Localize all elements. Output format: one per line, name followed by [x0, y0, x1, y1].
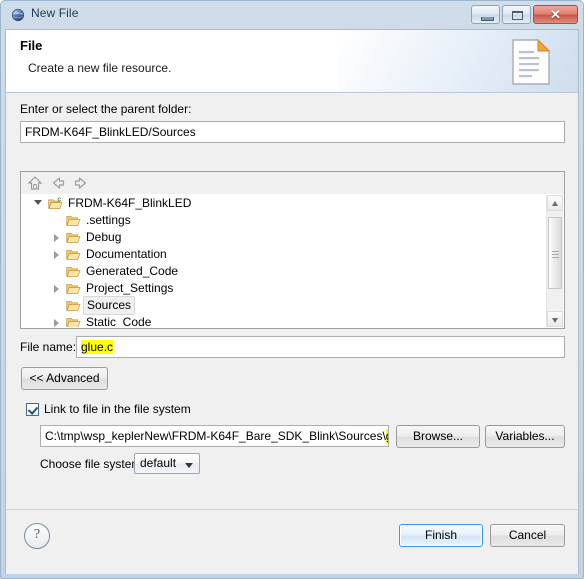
browse-button[interactable]: Browse...	[396, 425, 480, 448]
tree-item[interactable]: Documentation	[22, 246, 548, 263]
new-file-dialog-window: New File ✕ File Create a new file resour…	[0, 0, 584, 579]
tree-collapse-arrow[interactable]	[34, 200, 42, 205]
finish-button[interactable]: Finish	[399, 524, 483, 547]
tree-item-label: FRDM-K64F_BlinkLED	[68, 196, 192, 210]
variables-button[interactable]: Variables...	[485, 425, 565, 448]
tree-item-label: Documentation	[86, 247, 167, 261]
scrollbar-thumb[interactable]	[548, 217, 562, 289]
tree-item-label: Project_Settings	[86, 281, 174, 295]
window-title: New File	[31, 6, 79, 20]
help-button[interactable]: ?	[24, 523, 50, 549]
folder-icon	[66, 282, 81, 295]
minimize-icon	[481, 17, 494, 21]
file-name-value: glue.c	[81, 340, 114, 354]
forward-arrow-icon[interactable]	[73, 175, 89, 191]
grip-line	[552, 257, 559, 258]
maximize-icon	[512, 11, 523, 20]
folder-icon	[66, 299, 81, 312]
tree-vertical-scrollbar[interactable]	[546, 195, 563, 327]
folder-tree[interactable]: C FRDM-K64F_BlinkLED .settings Debug Documen…	[22, 195, 548, 327]
tree-expand-arrow[interactable]	[54, 319, 59, 327]
folder-icon	[66, 214, 81, 227]
page-title: File	[20, 38, 43, 53]
window-controls: ✕	[471, 5, 578, 24]
tree-item[interactable]: .settings	[22, 212, 548, 229]
parent-folder-label: Enter or select the parent folder:	[20, 102, 192, 116]
link-path-highlight: glue.c	[385, 429, 388, 443]
link-path-prefix: C:\tmp\wsp_keplerNew\FRDM-K64F_Bare_SDK_…	[45, 429, 386, 443]
dialog-footer: ? Finish Cancel	[6, 509, 578, 574]
advanced-toggle-button[interactable]: << Advanced	[21, 367, 108, 390]
scroll-down-button[interactable]	[547, 311, 563, 327]
grip-line	[552, 251, 559, 252]
tree-toolbar	[21, 172, 564, 195]
link-to-file-checkbox[interactable]	[26, 403, 39, 416]
link-to-file-label: Link to file in the file system	[44, 402, 191, 416]
folder-tree-panel: C FRDM-K64F_BlinkLED .settings Debug Documen…	[20, 171, 565, 329]
folder-icon	[66, 231, 81, 244]
chevron-down-icon	[552, 318, 558, 323]
folder-icon	[66, 265, 81, 278]
close-icon: ✕	[550, 7, 561, 22]
new-file-document-icon	[512, 38, 551, 85]
tree-item-label: Static_Code	[86, 315, 152, 327]
tree-expand-arrow[interactable]	[54, 285, 59, 293]
file-name-label: File name:	[20, 340, 77, 354]
svg-text:C: C	[58, 197, 62, 203]
page-description: Create a new file resource.	[28, 61, 172, 75]
tree-item-label: Sources	[83, 296, 136, 315]
dialog-content: File Create a new file resource. Enter o…	[5, 29, 579, 574]
parent-folder-input[interactable]: FRDM-K64F_BlinkLED/Sources	[20, 121, 565, 143]
scroll-up-button[interactable]	[547, 195, 563, 211]
eclipse-globe-icon	[11, 8, 25, 22]
back-arrow-icon[interactable]	[50, 175, 66, 191]
c-project-folder-icon: C	[48, 197, 63, 210]
tree-item-label: Debug	[86, 230, 122, 244]
tree-item[interactable]: Static_Code	[22, 314, 548, 327]
minimize-button[interactable]	[471, 5, 500, 24]
tree-expand-arrow[interactable]	[54, 234, 59, 242]
link-path-input[interactable]: C:\tmp\wsp_keplerNew\FRDM-K64F_Bare_SDK_…	[40, 425, 389, 447]
home-icon[interactable]	[27, 175, 43, 191]
dialog-body: Enter or select the parent folder: FRDM-…	[6, 93, 578, 509]
cancel-button[interactable]: Cancel	[490, 524, 565, 547]
maximize-button[interactable]	[502, 5, 531, 24]
tree-item[interactable]: C FRDM-K64F_BlinkLED	[22, 195, 548, 212]
tree-item[interactable]: Sources	[22, 296, 548, 315]
wizard-header: File Create a new file resource.	[6, 30, 578, 93]
tree-item[interactable]: Generated_Code	[22, 263, 548, 280]
folder-icon	[66, 248, 81, 261]
chevron-up-icon	[552, 201, 558, 206]
tree-item-label: .settings	[86, 213, 131, 227]
title-bar: New File ✕	[1, 1, 583, 29]
file-system-label: Choose file system:	[40, 457, 145, 471]
grip-line	[552, 254, 559, 255]
tree-item[interactable]: Debug	[22, 229, 548, 246]
tree-item-label: Generated_Code	[86, 264, 179, 278]
file-name-input[interactable]: glue.c	[76, 336, 565, 358]
chevron-down-icon	[185, 463, 193, 468]
file-system-value: default	[140, 456, 177, 470]
close-button[interactable]: ✕	[533, 5, 578, 24]
tree-expand-arrow[interactable]	[54, 251, 59, 259]
file-system-select[interactable]: default	[134, 453, 200, 474]
tree-item[interactable]: Project_Settings	[22, 280, 548, 297]
folder-icon	[66, 316, 81, 327]
